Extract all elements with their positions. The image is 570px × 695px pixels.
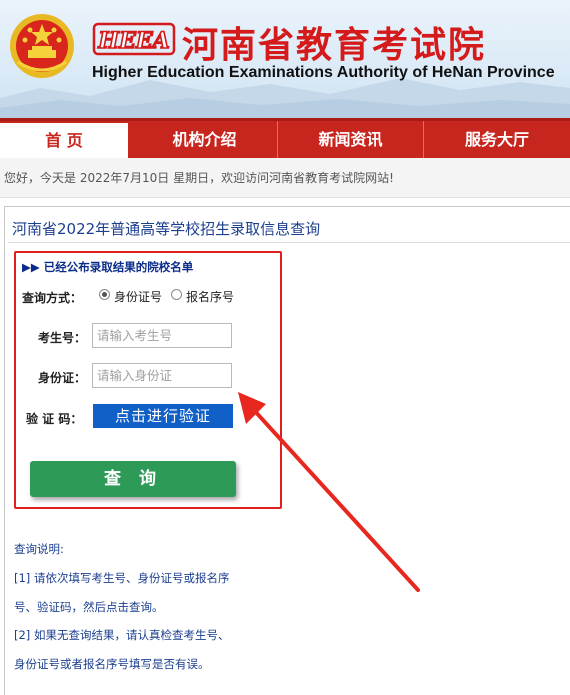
query-method-label: 查询方式： (22, 291, 83, 305)
published-schools-link[interactable]: ▶▶ 已经公布录取结果的院校名单 (22, 259, 193, 275)
notes-title: 查询说明: (14, 542, 64, 556)
note-line: 号、验证码，然后点击查询。 (14, 600, 164, 614)
divider (8, 242, 570, 243)
nav-item-home[interactable]: 首 页 (0, 123, 128, 161)
panel-title: 河南省2022年普通高等学校招生录取信息查询 (12, 220, 321, 238)
captcha-label: 验 证 码： (26, 412, 83, 426)
national-emblem-icon (10, 14, 74, 78)
verify-button[interactable]: 点击进行验证 (93, 404, 233, 428)
exam-no-label: 考生号： (38, 331, 87, 345)
main-nav: 首 页 机构介绍 新闻资讯 服务大厅 (0, 118, 570, 161)
radio-reg-number[interactable] (171, 289, 182, 300)
site-header: HEEA 河南省教育考试院 Higher Education Examinati… (0, 0, 570, 118)
radio-id-number-label[interactable]: 身份证号 (114, 288, 162, 305)
note-line: [2] 如果无查询结果，请认真检查考生号、 (14, 628, 230, 642)
radio-reg-number-label[interactable]: 报名序号 (186, 288, 234, 305)
exam-no-input[interactable] (92, 323, 232, 348)
nav-item-about[interactable]: 机构介绍 (132, 121, 278, 158)
query-button[interactable]: 查 询 (30, 461, 236, 497)
org-name-cn: 河南省教育考试院 (182, 24, 487, 66)
svg-text:HEEA: HEEA (97, 28, 169, 54)
radio-id-number[interactable] (99, 289, 110, 300)
heea-logo: HEEA (92, 22, 176, 56)
nav-item-services[interactable]: 服务大厅 (424, 121, 570, 158)
note-line: 身份证号或者报名序号填写是否有误。 (14, 657, 210, 671)
note-line: [1] 请依次填写考生号、身份证号或报名序 (14, 571, 230, 585)
nav-item-news[interactable]: 新闻资讯 (278, 121, 424, 158)
id-label: 身份证： (38, 371, 87, 385)
org-name-en: Higher Education Examinations Authority … (92, 64, 555, 81)
id-number-input[interactable] (92, 363, 232, 388)
welcome-bar: 您好，今天是 2022年7月10日 星期日，欢迎访问河南省教育考试院网站! (0, 158, 570, 198)
